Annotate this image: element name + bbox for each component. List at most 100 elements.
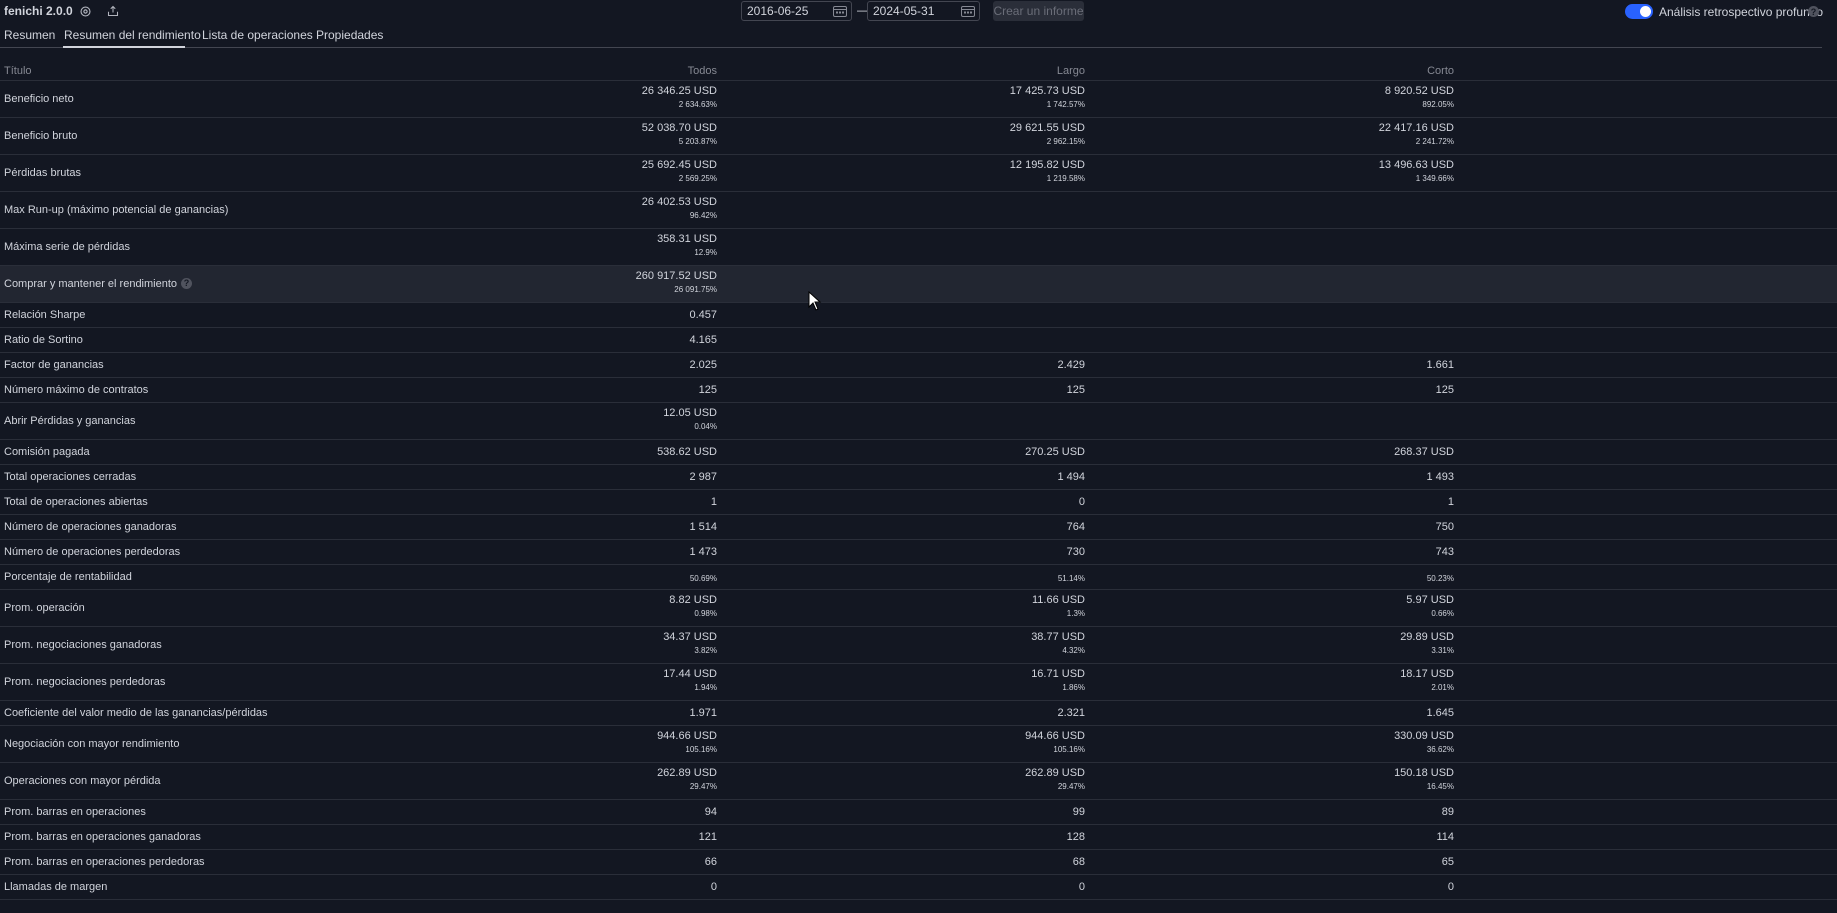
cell-long: 2.429 bbox=[1057, 359, 1085, 372]
row-label-text: Pérdidas brutas bbox=[4, 167, 82, 179]
calendar-icon[interactable] bbox=[961, 5, 975, 17]
gear-icon bbox=[79, 5, 91, 17]
row-label-text: Llamadas de margen bbox=[4, 881, 108, 893]
row-label-text: Beneficio neto bbox=[4, 93, 74, 105]
cell-short: 1.645 bbox=[1426, 707, 1454, 720]
cell-long: 38.77 USD 4.32% bbox=[1031, 631, 1085, 656]
table-row: Operaciones con mayor pérdida 262.89 USD 2… bbox=[0, 763, 1837, 800]
cell-short: 13 496.63 USD 1 349.66% bbox=[1379, 159, 1454, 184]
cell-long: 12 195.82 USD 1 219.58% bbox=[1010, 159, 1085, 184]
active-tab-indicator bbox=[63, 46, 185, 48]
table-row: Beneficio neto 26 346.25 USD 2 634.63% 17 4… bbox=[0, 81, 1837, 118]
cell-value: 94 bbox=[704, 806, 717, 818]
row-label-text: Total operaciones cerradas bbox=[4, 471, 137, 483]
cell-value: 150.18 USD bbox=[1394, 767, 1454, 779]
cell-long: 68 bbox=[1073, 856, 1085, 869]
cell-value: 1 bbox=[1447, 496, 1454, 508]
row-label-text: Prom. barras en operaciones perdedoras bbox=[4, 856, 205, 868]
cell-value: 8.82 USD bbox=[669, 594, 717, 606]
help-icon[interactable]: ? bbox=[181, 277, 193, 289]
cell-value: 17.44 USD bbox=[663, 668, 717, 680]
cell-percent: 2 241.72% bbox=[1415, 137, 1454, 146]
cell-value: 358.31 USD bbox=[657, 233, 717, 245]
cell-long: 764 bbox=[1067, 521, 1085, 534]
row-label-text: Comprar y mantener el rendimiento bbox=[4, 278, 178, 290]
cell-long: 128 bbox=[1067, 831, 1085, 844]
settings-button[interactable] bbox=[76, 2, 94, 20]
cell-percent: 0.66% bbox=[1431, 609, 1454, 618]
cell-value: 1 bbox=[710, 496, 717, 508]
row-label: Número de operaciones perdedoras bbox=[4, 546, 180, 558]
cell-long: 2.321 bbox=[1057, 707, 1085, 720]
row-label: Máxima serie de pérdidas bbox=[4, 241, 130, 253]
cell-percent: 1.3% bbox=[1066, 609, 1085, 618]
table-row: Relación Sharpe 0.457 bbox=[0, 303, 1837, 328]
cell-percent: 12.9% bbox=[694, 248, 717, 257]
cell-value: 125 bbox=[1066, 384, 1085, 396]
cell-all: 121 bbox=[699, 831, 717, 844]
calendar-icon[interactable] bbox=[833, 5, 847, 17]
cell-all: 0 bbox=[711, 881, 717, 894]
column-header-short: Corto bbox=[1427, 65, 1454, 77]
cell-value: 764 bbox=[1066, 521, 1085, 533]
deep-backtest-toggle[interactable] bbox=[1625, 4, 1653, 19]
cell-value: 114 bbox=[1436, 831, 1454, 843]
date-from-field[interactable] bbox=[741, 1, 852, 21]
cell-short: 89 bbox=[1442, 806, 1454, 819]
table-row: Total operaciones cerradas 2 987 1 494 1 49… bbox=[0, 465, 1837, 490]
table-row: Max Run-up (máximo potencial de ganancia… bbox=[0, 192, 1837, 229]
row-label: Llamadas de margen bbox=[4, 881, 107, 893]
export-button[interactable] bbox=[104, 2, 122, 20]
cell-all: 260 917.52 USD 26 091.75% bbox=[636, 270, 717, 295]
row-label: Factor de ganancias bbox=[4, 359, 104, 371]
cell-all: 1 bbox=[711, 496, 717, 509]
cell-value: 538.62 USD bbox=[657, 446, 717, 458]
tab-resumen-rendimiento[interactable]: Resumen del rendimiento bbox=[64, 28, 201, 42]
cell-all: 358.31 USD 12.9% bbox=[657, 233, 717, 258]
cell-percent: 892.05% bbox=[1422, 100, 1454, 109]
cell-percent: 4.32% bbox=[1062, 646, 1085, 655]
cell-percent: 3.31% bbox=[1431, 646, 1454, 655]
date-to-field[interactable] bbox=[867, 1, 980, 21]
row-label: Porcentaje de rentabilidad bbox=[4, 571, 132, 583]
table-row: Pérdidas brutas 25 692.45 USD 2 569.25% 12 … bbox=[0, 155, 1837, 192]
table-row: Máxima serie de pérdidas 358.31 USD 12.9% bbox=[0, 229, 1837, 266]
cell-all: 538.62 USD bbox=[657, 446, 717, 459]
row-label: Negociación con mayor rendimiento bbox=[4, 738, 179, 750]
table-row: Prom. negociaciones ganadoras 34.37 USD 3.… bbox=[0, 627, 1837, 664]
cell-short: 5.97 USD 0.66% bbox=[1406, 594, 1454, 619]
table-row: Coeficiente del valor medio de las ganan… bbox=[0, 701, 1837, 726]
cell-long: 730 bbox=[1067, 546, 1085, 559]
row-label: Número de operaciones ganadoras bbox=[4, 521, 176, 533]
table-row: Número de operaciones perdedoras 1 473 730… bbox=[0, 540, 1837, 565]
row-label: Comisión pagada bbox=[4, 446, 90, 458]
help-icon[interactable]: ? bbox=[1808, 6, 1819, 17]
cell-all: 94 bbox=[705, 806, 717, 819]
tab-resumen[interactable]: Resumen bbox=[4, 28, 55, 42]
row-label: Abrir Pérdidas y ganancias bbox=[4, 415, 135, 427]
table-row: Prom. barras en operaciones perdedoras 66… bbox=[0, 850, 1837, 875]
cell-value: 0 bbox=[1447, 881, 1454, 893]
cell-all: 262.89 USD 29.47% bbox=[657, 767, 717, 792]
cell-value: 13 496.63 USD bbox=[1378, 159, 1454, 171]
cell-all: 4.165 bbox=[689, 334, 717, 347]
deep-backtest-label: Análisis retrospectivo profundo bbox=[1659, 5, 1824, 19]
cell-value: 12 195.82 USD bbox=[1009, 159, 1085, 171]
cell-value: 8 920.52 USD bbox=[1384, 85, 1454, 97]
row-label-text: Prom. barras en operaciones ganadoras bbox=[4, 831, 201, 843]
cell-percent: 1.86% bbox=[1062, 683, 1085, 692]
row-label-text: Total de operaciones abiertas bbox=[4, 496, 148, 508]
tab-lista-operaciones[interactable]: Lista de operaciones bbox=[202, 28, 313, 42]
row-label-text: Ratio de Sortino bbox=[4, 334, 83, 346]
cell-all: 25 692.45 USD 2 569.25% bbox=[642, 159, 717, 184]
table-row: Comisión pagada 538.62 USD 270.25 USD 268.3… bbox=[0, 440, 1837, 465]
cell-value: 1 494 bbox=[1057, 471, 1085, 483]
cell-long: 125 bbox=[1067, 384, 1085, 397]
cell-percent: 2.01% bbox=[1431, 683, 1454, 692]
tab-propiedades[interactable]: Propiedades bbox=[316, 28, 383, 42]
table-row: Prom. operación 8.82 USD 0.98% 11.66 USD 1.3… bbox=[0, 590, 1837, 627]
cell-long: 51.14% bbox=[1058, 571, 1085, 584]
cell-all: 0.457 bbox=[689, 309, 717, 322]
strategy-name: fenichi 2.0.0 bbox=[4, 4, 73, 18]
create-report-button[interactable]: Crear un informe bbox=[993, 1, 1084, 21]
